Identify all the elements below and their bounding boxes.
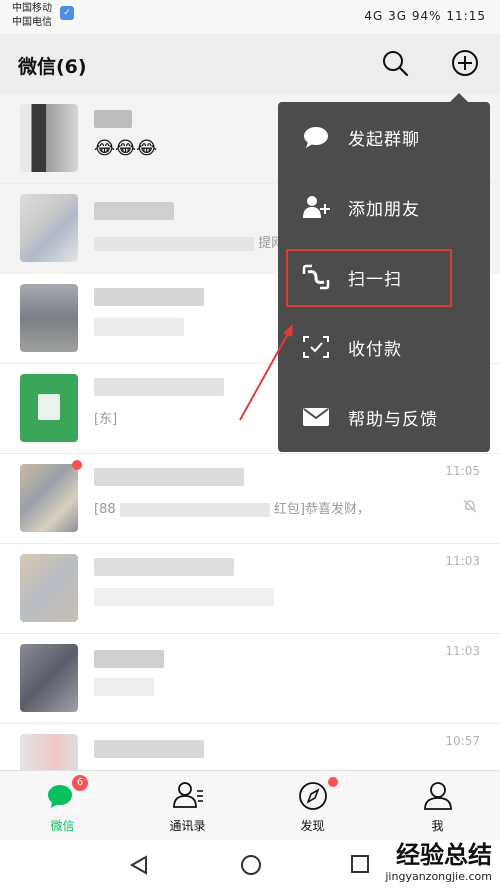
tab-label: 通讯录 bbox=[169, 819, 206, 833]
notification-dot bbox=[328, 777, 338, 787]
avatar bbox=[20, 554, 78, 622]
unread-badge: 6 bbox=[72, 775, 88, 791]
tab-label: 我 bbox=[431, 819, 444, 833]
tab-me[interactable]: 我 bbox=[375, 771, 500, 841]
menu-item-label: 帮助与反馈 bbox=[348, 410, 438, 430]
tab-contacts[interactable]: 通讯录 bbox=[125, 771, 250, 841]
carrier-labels: 中国移动 中国电信 bbox=[12, 2, 52, 30]
status-bar: 中国移动 中国电信 ✓ 4G 3G 94% 11:15 bbox=[0, 0, 500, 34]
chat-time: 10:57 bbox=[445, 734, 480, 748]
blurred-text bbox=[94, 678, 154, 696]
avatar bbox=[20, 464, 78, 532]
shield-icon: ✓ bbox=[60, 6, 74, 20]
tab-label: 微信 bbox=[50, 819, 75, 833]
recents-icon[interactable] bbox=[350, 854, 370, 874]
add-circle-icon[interactable] bbox=[448, 46, 482, 80]
signal-text: 4G 3G bbox=[364, 9, 408, 23]
chat-row[interactable]: 11:03 bbox=[0, 544, 500, 634]
bottom-tab-bar: 6 微信 通讯录 发现 我 bbox=[0, 770, 500, 840]
chat-preview: 提网 bbox=[94, 232, 284, 251]
avatar bbox=[20, 644, 78, 712]
blurred-name bbox=[94, 202, 174, 220]
page-title: 微信(6) bbox=[18, 56, 87, 78]
preview-prefix: [88 bbox=[94, 502, 116, 517]
watermark-title: 经验总结 bbox=[396, 841, 492, 869]
menu-item-label: 收付款 bbox=[348, 340, 402, 360]
menu-item-label: 添加朋友 bbox=[348, 200, 420, 220]
chat-time: 11:05 bbox=[445, 464, 480, 478]
add-friend-icon bbox=[303, 196, 330, 218]
scan-highlight-box bbox=[286, 249, 452, 307]
blurred-name bbox=[94, 288, 204, 306]
avatar bbox=[20, 194, 78, 262]
back-icon[interactable] bbox=[128, 854, 150, 876]
chat-time: 11:03 bbox=[445, 644, 480, 658]
title-bar: 微信(6) bbox=[0, 34, 500, 94]
blurred-text bbox=[119, 502, 270, 517]
battery-text: 94% bbox=[411, 9, 442, 23]
watermark: 经验总结 jingyanzongjie.com bbox=[385, 835, 492, 883]
blurred-name bbox=[94, 558, 234, 576]
avatar bbox=[20, 374, 78, 442]
blurred-text bbox=[94, 318, 184, 336]
search-icon[interactable] bbox=[378, 46, 412, 80]
tab-chats[interactable]: 6 微信 bbox=[0, 771, 125, 841]
carrier-2: 中国电信 bbox=[12, 17, 52, 28]
blurred-name bbox=[94, 740, 204, 758]
preview-tail: 红包]恭喜发财， bbox=[273, 502, 370, 517]
chat-preview: [88 红包]恭喜发财， bbox=[94, 498, 370, 517]
menu-item-group-chat[interactable]: 发起群聊 bbox=[278, 102, 490, 172]
unread-dot bbox=[72, 460, 82, 470]
contacts-icon bbox=[173, 782, 203, 808]
menu-item-payment[interactable]: 收付款 bbox=[278, 312, 490, 382]
carrier-1: 中国移动 bbox=[12, 3, 52, 14]
blurred-text bbox=[94, 236, 254, 251]
chat-preview: 😂😂😂 bbox=[94, 138, 158, 159]
blurred-name bbox=[94, 650, 164, 668]
tab-discover[interactable]: 发现 bbox=[250, 771, 375, 841]
avatar bbox=[20, 734, 78, 770]
chat-time: 11:03 bbox=[445, 554, 480, 568]
menu-item-add-friend[interactable]: 添加朋友 bbox=[278, 172, 490, 242]
compass-icon bbox=[299, 782, 327, 810]
blurred-name bbox=[94, 378, 224, 396]
avatar bbox=[20, 284, 78, 352]
blurred-text bbox=[94, 588, 274, 606]
blurred-name bbox=[94, 468, 244, 486]
status-right: 4G 3G 94% 11:15 bbox=[364, 9, 486, 23]
blurred-name bbox=[94, 110, 132, 128]
mail-icon bbox=[303, 408, 329, 426]
chat-row[interactable]: 11:03 bbox=[0, 634, 500, 724]
menu-item-help[interactable]: 帮助与反馈 bbox=[278, 382, 490, 452]
tab-label: 发现 bbox=[300, 819, 325, 833]
menu-item-label: 发起群聊 bbox=[348, 130, 420, 150]
chat-row[interactable]: 11:05 [88 红包]恭喜发财， bbox=[0, 454, 500, 544]
clock: 11:15 bbox=[446, 9, 486, 23]
person-icon bbox=[424, 782, 452, 810]
watermark-url: jingyanzongjie.com bbox=[385, 870, 492, 883]
avatar bbox=[20, 104, 78, 172]
chat-row[interactable]: 10:57 bbox=[0, 724, 500, 770]
mute-bell-icon bbox=[463, 499, 477, 513]
chat-bubble-icon bbox=[304, 127, 328, 148]
home-icon[interactable] bbox=[239, 853, 263, 877]
payment-icon bbox=[303, 336, 329, 358]
chat-preview: [东] bbox=[94, 412, 118, 427]
